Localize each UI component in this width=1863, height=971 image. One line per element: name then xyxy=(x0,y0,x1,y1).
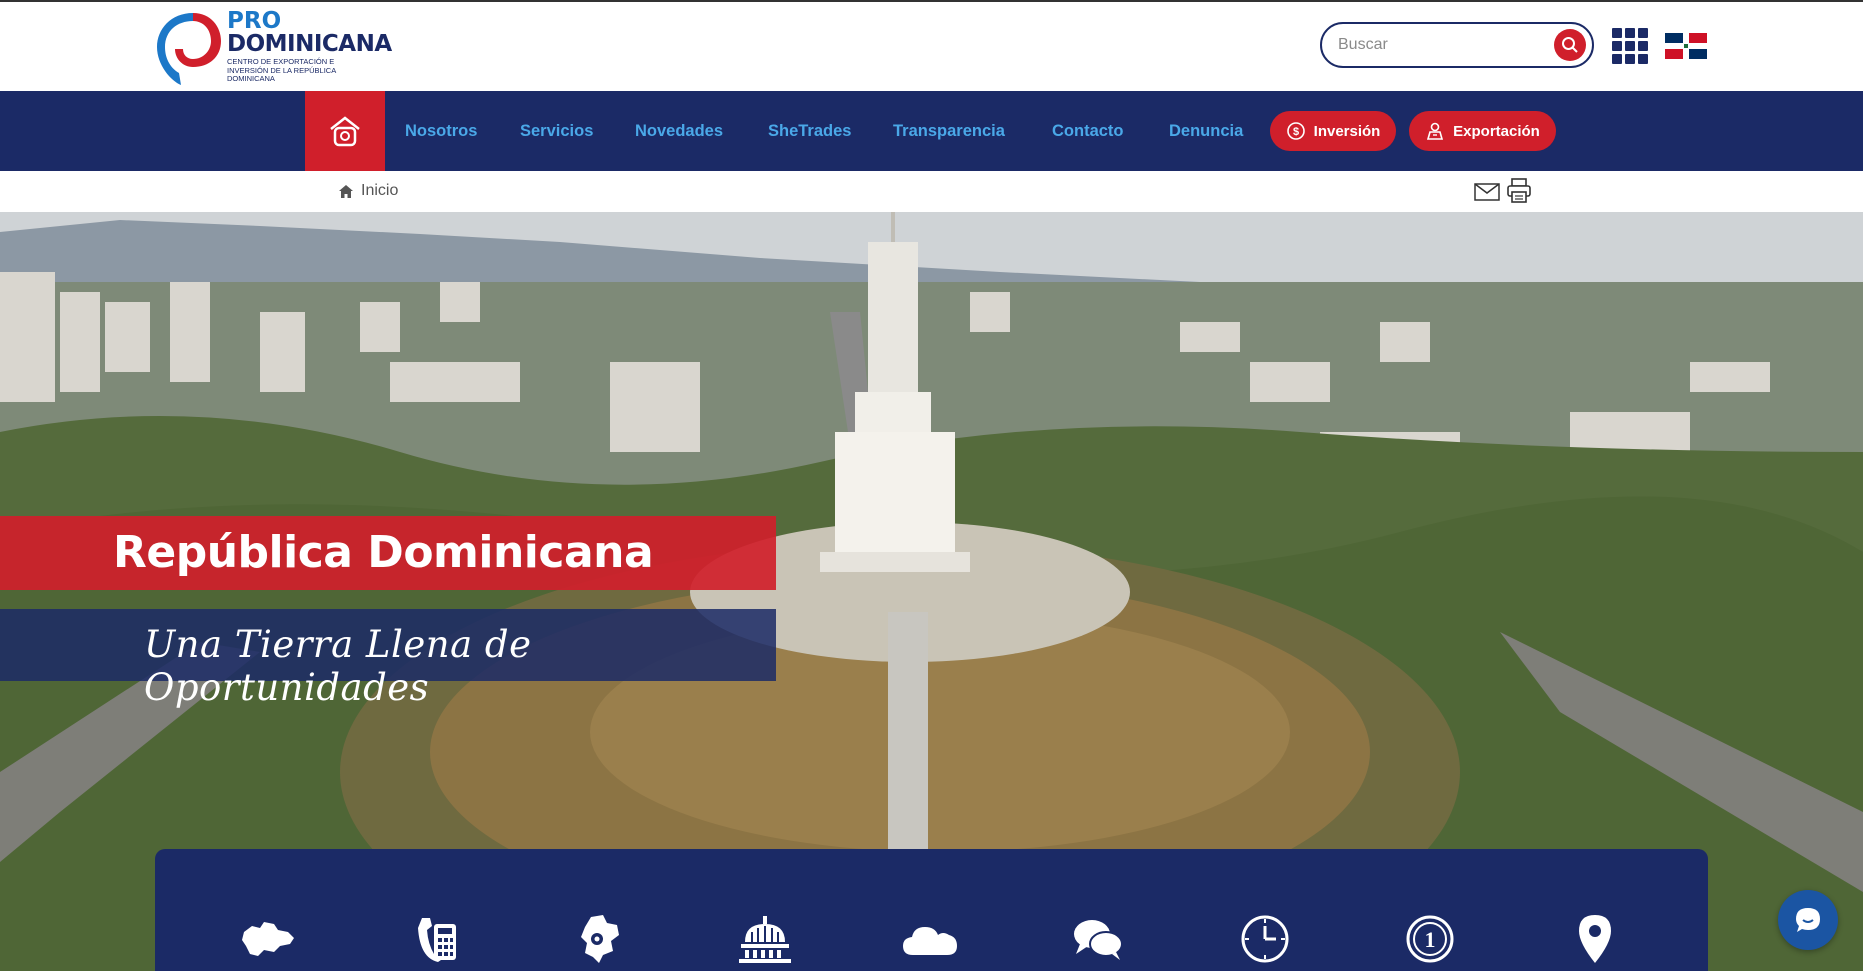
search-input[interactable] xyxy=(1338,36,1538,54)
search-button[interactable] xyxy=(1554,29,1586,61)
map-icon[interactable] xyxy=(238,911,298,967)
quick-links-panel: 1 xyxy=(155,849,1708,971)
search-icon xyxy=(1562,37,1578,53)
cloud-icon[interactable] xyxy=(900,911,960,967)
hero-title: República Dominicana xyxy=(113,527,654,578)
print-icon[interactable] xyxy=(1507,178,1531,209)
svg-text:1: 1 xyxy=(1425,927,1436,952)
breadcrumb-home-link[interactable]: Inicio xyxy=(361,182,398,200)
hero-subtitle: Una Tierra Llena de Oportunidades xyxy=(144,623,532,709)
top-header: PRO DOMINICANA CENTRO DE EXPORTACIÓN E I… xyxy=(0,0,1863,91)
clock-icon[interactable] xyxy=(1235,911,1295,967)
svg-text:$: $ xyxy=(1293,126,1299,138)
breadcrumb: Inicio xyxy=(339,182,398,200)
home-icon xyxy=(330,116,360,147)
logo-line2: DOMINICANA xyxy=(227,31,392,58)
pin-icon[interactable] xyxy=(1565,911,1625,967)
hero-subtitle-banner: Una Tierra Llena de Oportunidades xyxy=(0,609,776,709)
chat-bubble-icon xyxy=(1796,908,1820,932)
exportacion-label: Exportación xyxy=(1453,122,1540,140)
logo-line1: PRO xyxy=(227,8,282,35)
nav-home-button[interactable] xyxy=(305,91,385,171)
exportacion-button[interactable]: Exportación xyxy=(1409,111,1556,151)
chat-icon[interactable] xyxy=(1068,911,1128,967)
prodominicana-logo[interactable]: PRO DOMINICANA CENTRO DE EXPORTACIÓN E I… xyxy=(153,6,392,88)
nav-shetrades[interactable]: SheTrades xyxy=(768,91,851,171)
chat-launcher-button[interactable] xyxy=(1778,890,1838,950)
inversion-button[interactable]: $ Inversión xyxy=(1270,111,1396,151)
email-share-icon[interactable] xyxy=(1474,183,1500,206)
search-box xyxy=(1320,22,1594,68)
hero-title-banner: República Dominicana xyxy=(0,516,776,590)
nav-denuncia[interactable]: Denuncia xyxy=(1169,91,1243,171)
coin-icon[interactable]: 1 xyxy=(1400,911,1460,967)
apps-grid-icon[interactable] xyxy=(1612,28,1648,64)
government-icon[interactable] xyxy=(735,911,795,967)
phone-icon[interactable] xyxy=(406,911,466,967)
dominican-flag-icon[interactable] xyxy=(1665,33,1707,59)
main-nav: Nosotros Servicios Novedades SheTrades T… xyxy=(0,91,1863,171)
nav-transparencia[interactable]: Transparencia xyxy=(893,91,1005,171)
nav-nosotros[interactable]: Nosotros xyxy=(405,91,477,171)
export-icon xyxy=(1427,122,1444,140)
home-small-icon xyxy=(339,184,353,198)
inversion-label: Inversión xyxy=(1313,122,1381,140)
location-map-icon[interactable] xyxy=(570,911,630,967)
nav-servicios[interactable]: Servicios xyxy=(520,91,593,171)
logo-tagline: CENTRO DE EXPORTACIÓN E INVERSIÓN DE LA … xyxy=(227,57,336,84)
nav-contacto[interactable]: Contacto xyxy=(1052,91,1124,171)
breadcrumb-bar: Inicio xyxy=(0,171,1863,212)
dollar-icon: $ xyxy=(1286,122,1305,140)
logo-mark-icon xyxy=(153,7,223,87)
nav-novedades[interactable]: Novedades xyxy=(635,91,723,171)
